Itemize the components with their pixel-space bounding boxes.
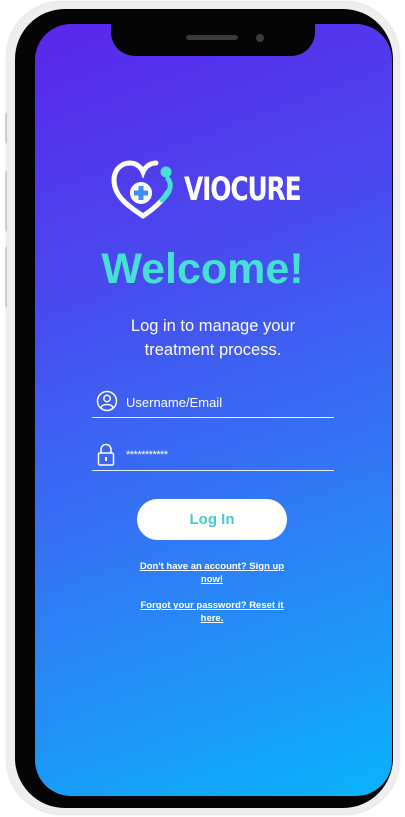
user-icon [96, 390, 118, 412]
phone-notch [111, 10, 315, 56]
brand-logo: VIOCURE [110, 160, 320, 222]
heart-plus-icon [111, 160, 173, 219]
username-input[interactable] [126, 392, 326, 412]
brand-name: VIOCURE [184, 170, 302, 208]
login-subtitle: Log in to manage your treatment process. [130, 317, 296, 359]
password-field[interactable] [92, 442, 334, 471]
lock-icon [97, 443, 115, 466]
speaker-grille [186, 35, 238, 40]
username-field[interactable] [92, 389, 334, 418]
password-input[interactable] [126, 445, 326, 465]
welcome-heading: Welcome! [101, 245, 304, 293]
login-button[interactable]: Log In [137, 499, 287, 540]
front-camera [256, 34, 264, 42]
reset-password-link[interactable]: Forgot your password? Reset it here. [134, 599, 290, 625]
signup-link[interactable]: Don't have an account? Sign up now! [134, 560, 290, 586]
